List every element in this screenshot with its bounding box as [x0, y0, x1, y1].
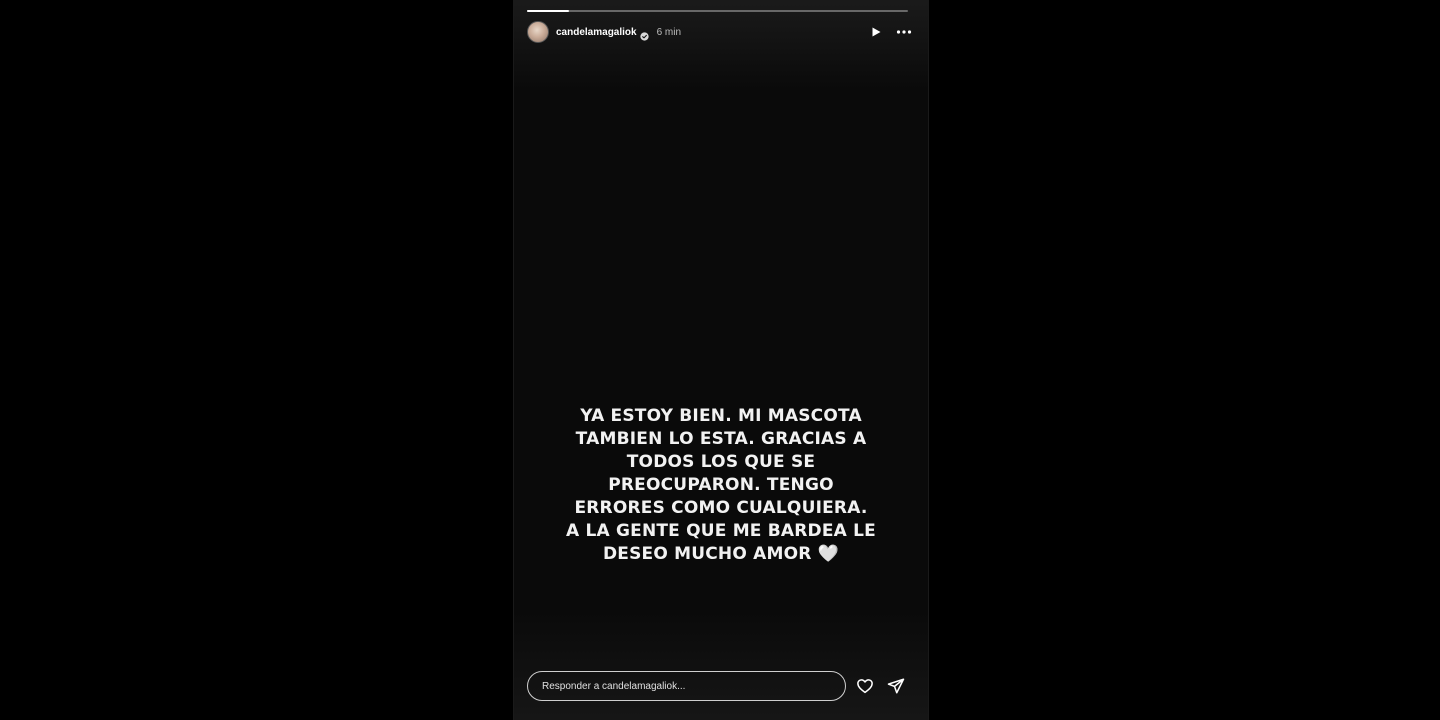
story-message-line: TODOS LOS QUE SE	[626, 452, 816, 472]
reply-input[interactable]	[527, 671, 846, 701]
story-message-line: DESEO MUCHO AMOR 🤍	[602, 544, 840, 564]
verified-badge-icon	[639, 28, 649, 41]
story-message-line: PREOCUPARON. TENGO	[608, 475, 834, 495]
story-viewer[interactable]: candelamagaliok 6 min YA ESTOY BIEN. MI …	[513, 0, 929, 720]
story-header: candelamagaliok 6 min	[527, 20, 915, 44]
heart-icon[interactable]	[853, 674, 877, 698]
play-icon[interactable]	[865, 21, 887, 43]
story-message-line: TAMBIEN LO ESTA. GRACIAS A	[575, 429, 867, 449]
story-message-line: YA ESTOY BIEN. MI MASCOTA	[580, 406, 862, 426]
story-message: YA ESTOY BIEN. MI MASCOTA TAMBIEN LO EST…	[554, 405, 888, 566]
post-time: 6 min	[656, 26, 682, 38]
avatar[interactable]	[527, 21, 549, 43]
story-progress-fill	[527, 10, 569, 12]
viewport: candelamagaliok 6 min YA ESTOY BIEN. MI …	[0, 0, 1440, 720]
username[interactable]: candelamagaliok	[556, 27, 637, 38]
story-footer	[527, 670, 915, 702]
send-icon[interactable]	[884, 674, 908, 698]
more-options-icon[interactable]	[893, 21, 915, 43]
story-message-line: ERRORES COMO CUALQUIERA.	[574, 498, 868, 518]
story-progress-bar	[527, 10, 908, 12]
story-message-line: A LA GENTE QUE ME BARDEA LE	[566, 521, 876, 541]
